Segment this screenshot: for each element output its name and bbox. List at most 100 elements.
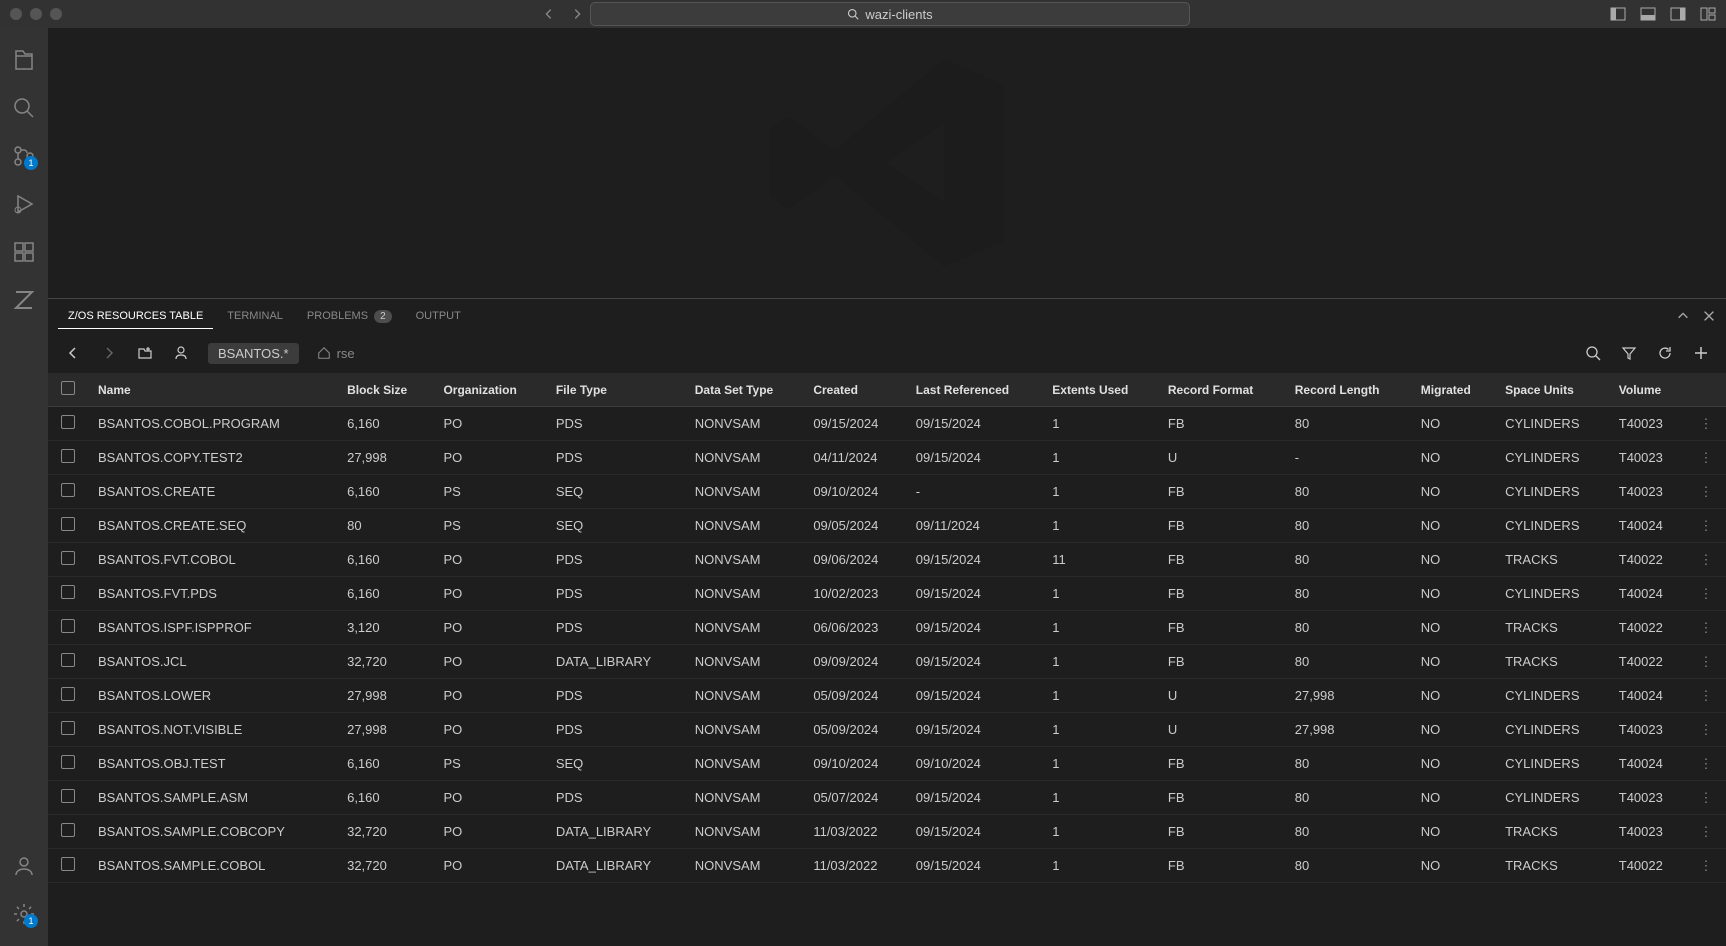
toolbar-back-icon[interactable] — [64, 344, 82, 362]
bottom-panel: Z/OS RESOURCES TABLE TERMINAL PROBLEMS 2… — [48, 298, 1726, 946]
explorer-tab[interactable] — [0, 36, 48, 84]
row-checkbox[interactable] — [61, 449, 75, 463]
activity-bar: 1 1 — [0, 28, 48, 946]
cell-data-set-type: NONVSAM — [685, 407, 804, 441]
nav-back-button[interactable] — [540, 5, 558, 23]
cell-file-type: SEQ — [546, 747, 685, 781]
row-more-icon[interactable]: ⋮ — [1686, 713, 1726, 747]
table-row[interactable]: BSANTOS.JCL32,720PODATA_LIBRARYNONVSAM09… — [48, 645, 1726, 679]
filter-pattern-input[interactable]: BSANTOS.* — [208, 343, 299, 364]
header-created[interactable]: Created — [803, 373, 905, 407]
table-row[interactable]: BSANTOS.NOT.VISIBLE27,998POPDSNONVSAM05/… — [48, 713, 1726, 747]
cell-volume: T40024 — [1609, 747, 1686, 781]
row-more-icon[interactable]: ⋮ — [1686, 781, 1726, 815]
header-extents-used[interactable]: Extents Used — [1042, 373, 1158, 407]
row-checkbox[interactable] — [61, 415, 75, 429]
search-tab[interactable] — [0, 84, 48, 132]
tab-zos-resources[interactable]: Z/OS RESOURCES TABLE — [58, 304, 213, 329]
tab-problems[interactable]: PROBLEMS 2 — [297, 304, 402, 329]
header-checkbox[interactable] — [48, 373, 88, 407]
toolbar-user-icon[interactable] — [172, 344, 190, 362]
close-window[interactable] — [10, 8, 22, 20]
editor-area — [48, 28, 1726, 298]
row-checkbox[interactable] — [61, 721, 75, 735]
table-row[interactable]: BSANTOS.FVT.COBOL6,160POPDSNONVSAM09/06/… — [48, 543, 1726, 577]
row-checkbox[interactable] — [61, 755, 75, 769]
header-record-format[interactable]: Record Format — [1158, 373, 1285, 407]
settings-tab[interactable]: 1 — [0, 890, 48, 938]
row-checkbox[interactable] — [61, 483, 75, 497]
cell-space-units: CYLINDERS — [1495, 509, 1609, 543]
panel-maximize-icon[interactable] — [1676, 309, 1690, 323]
row-more-icon[interactable]: ⋮ — [1686, 611, 1726, 645]
command-center-search[interactable]: wazi-clients — [590, 2, 1190, 26]
header-space-units[interactable]: Space Units — [1495, 373, 1609, 407]
row-checkbox[interactable] — [61, 585, 75, 599]
maximize-window[interactable] — [50, 8, 62, 20]
accounts-tab[interactable] — [0, 842, 48, 890]
row-checkbox[interactable] — [61, 653, 75, 667]
header-file-type[interactable]: File Type — [546, 373, 685, 407]
row-checkbox[interactable] — [61, 823, 75, 837]
row-checkbox[interactable] — [61, 857, 75, 871]
row-more-icon[interactable]: ⋮ — [1686, 577, 1726, 611]
tab-output[interactable]: OUTPUT — [406, 304, 471, 328]
table-row[interactable]: BSANTOS.COPY.TEST227,998POPDSNONVSAM04/1… — [48, 441, 1726, 475]
row-more-icon[interactable]: ⋮ — [1686, 509, 1726, 543]
tab-terminal[interactable]: TERMINAL — [217, 304, 293, 328]
toolbar-refresh-icon[interactable] — [1656, 344, 1674, 362]
table-row[interactable]: BSANTOS.CREATE.SEQ80PSSEQNONVSAM09/05/20… — [48, 509, 1726, 543]
table-row[interactable]: BSANTOS.SAMPLE.COBCOPY32,720PODATA_LIBRA… — [48, 815, 1726, 849]
row-more-icon[interactable]: ⋮ — [1686, 441, 1726, 475]
table-row[interactable]: BSANTOS.OBJ.TEST6,160PSSEQNONVSAM09/10/2… — [48, 747, 1726, 781]
toolbar-new-folder-icon[interactable] — [136, 344, 154, 362]
layout-sidebar-left-icon[interactable] — [1610, 6, 1626, 22]
source-control-tab[interactable]: 1 — [0, 132, 48, 180]
toolbar-filter-icon[interactable] — [1620, 344, 1638, 362]
row-more-icon[interactable]: ⋮ — [1686, 645, 1726, 679]
table-row[interactable]: BSANTOS.SAMPLE.COBOL32,720PODATA_LIBRARY… — [48, 849, 1726, 883]
toolbar-add-icon[interactable] — [1692, 344, 1710, 362]
run-debug-tab[interactable] — [0, 180, 48, 228]
row-more-icon[interactable]: ⋮ — [1686, 747, 1726, 781]
row-more-icon[interactable]: ⋮ — [1686, 407, 1726, 441]
toolbar-search-icon[interactable] — [1584, 344, 1602, 362]
panel-close-icon[interactable] — [1702, 309, 1716, 323]
row-more-icon[interactable]: ⋮ — [1686, 679, 1726, 713]
row-more-icon[interactable]: ⋮ — [1686, 475, 1726, 509]
cell-created: 09/15/2024 — [803, 407, 905, 441]
row-checkbox[interactable] — [61, 551, 75, 565]
header-block-size[interactable]: Block Size — [337, 373, 433, 407]
row-more-icon[interactable]: ⋮ — [1686, 543, 1726, 577]
layout-panel-icon[interactable] — [1640, 6, 1656, 22]
table-row[interactable]: BSANTOS.COBOL.PROGRAM6,160POPDSNONVSAM09… — [48, 407, 1726, 441]
layout-sidebar-right-icon[interactable] — [1670, 6, 1686, 22]
header-name[interactable]: Name — [88, 373, 337, 407]
extensions-tab[interactable] — [0, 228, 48, 276]
zos-tab[interactable] — [0, 276, 48, 324]
table-row[interactable]: BSANTOS.SAMPLE.ASM6,160POPDSNONVSAM05/07… — [48, 781, 1726, 815]
header-volume[interactable]: Volume — [1609, 373, 1686, 407]
table-row[interactable]: BSANTOS.LOWER27,998POPDSNONVSAM05/09/202… — [48, 679, 1726, 713]
row-more-icon[interactable]: ⋮ — [1686, 815, 1726, 849]
row-more-icon[interactable]: ⋮ — [1686, 849, 1726, 883]
nav-forward-button[interactable] — [568, 5, 586, 23]
toolbar-forward-icon[interactable] — [100, 344, 118, 362]
table-row[interactable]: BSANTOS.ISPF.ISPPROF3,120POPDSNONVSAM06/… — [48, 611, 1726, 645]
row-checkbox[interactable] — [61, 517, 75, 531]
header-migrated[interactable]: Migrated — [1411, 373, 1495, 407]
header-organization[interactable]: Organization — [433, 373, 545, 407]
row-checkbox[interactable] — [61, 687, 75, 701]
header-last-referenced[interactable]: Last Referenced — [906, 373, 1043, 407]
customize-layout-icon[interactable] — [1700, 6, 1716, 22]
header-data-set-type[interactable]: Data Set Type — [685, 373, 804, 407]
row-checkbox[interactable] — [61, 789, 75, 803]
table-row[interactable]: BSANTOS.FVT.PDS6,160POPDSNONVSAM10/02/20… — [48, 577, 1726, 611]
minimize-window[interactable] — [30, 8, 42, 20]
cell-extents-used: 1 — [1042, 577, 1158, 611]
row-checkbox[interactable] — [61, 619, 75, 633]
header-record-length[interactable]: Record Length — [1285, 373, 1411, 407]
table-row[interactable]: BSANTOS.CREATE6,160PSSEQNONVSAM09/10/202… — [48, 475, 1726, 509]
connection-breadcrumb[interactable]: rse — [317, 346, 355, 361]
cell-last-referenced: 09/15/2024 — [906, 849, 1043, 883]
